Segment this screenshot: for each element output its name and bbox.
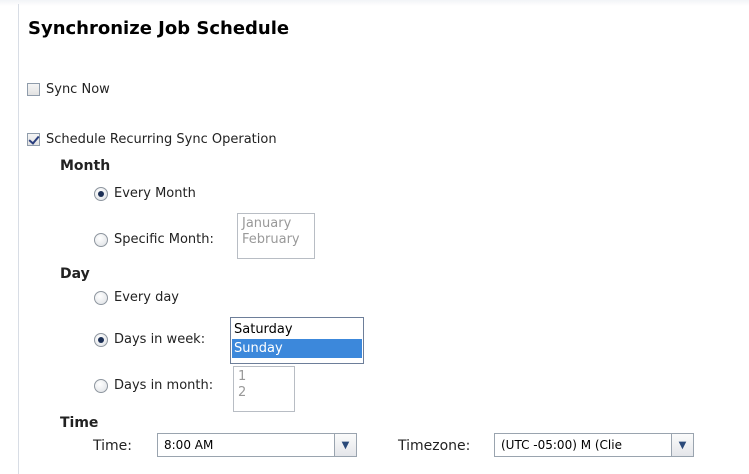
top-divider	[0, 0, 749, 6]
left-rule	[18, 4, 19, 474]
recurring-label: Schedule Recurring Sync Operation	[46, 132, 277, 147]
week-option-saturday[interactable]: Saturday	[232, 321, 362, 339]
month-option[interactable]: January	[240, 216, 312, 232]
days-in-week-row: Days in week:	[94, 332, 205, 347]
every-day-row: Every day	[94, 290, 179, 305]
time-label: Time:	[93, 438, 132, 454]
month-option[interactable]: February	[240, 232, 312, 248]
specific-month-row: Specific Month:	[94, 232, 214, 247]
days-in-month-label: Days in month:	[114, 378, 214, 393]
timezone-select[interactable]: (UTC -05:00) M (Clie ▼	[494, 433, 694, 457]
recurring-checkbox[interactable]	[27, 133, 40, 146]
month-day-option[interactable]: 1	[236, 369, 292, 385]
specific-month-radio[interactable]	[94, 232, 108, 247]
time-heading: Time	[60, 415, 99, 431]
month-heading: Month	[60, 158, 111, 174]
sync-now-checkbox[interactable]	[27, 83, 40, 96]
days-in-month-row: Days in month:	[94, 378, 213, 393]
month-listbox[interactable]: January February	[237, 213, 315, 259]
days-in-month-radio[interactable]	[94, 378, 108, 393]
specific-month-label: Specific Month:	[114, 232, 214, 247]
week-option-sunday[interactable]: Sunday	[232, 339, 362, 358]
every-month-label: Every Month	[114, 186, 196, 201]
days-in-week-listbox[interactable]: Saturday Sunday	[230, 317, 364, 364]
every-month-radio[interactable]	[94, 186, 108, 201]
days-in-month-listbox[interactable]: 1 2	[233, 366, 295, 412]
recurring-row: Schedule Recurring Sync Operation	[27, 132, 277, 147]
time-value: 8:00 AM	[164, 438, 214, 452]
every-day-radio[interactable]	[94, 290, 108, 305]
days-in-week-radio[interactable]	[94, 332, 108, 347]
sync-now-row: Sync Now	[27, 82, 110, 97]
page-title: Synchronize Job Schedule	[28, 18, 290, 39]
days-in-week-label: Days in week:	[114, 332, 206, 347]
every-month-row: Every Month	[94, 186, 196, 201]
day-heading: Day	[60, 266, 90, 282]
chevron-down-icon[interactable]: ▼	[671, 434, 693, 456]
time-select[interactable]: 8:00 AM ▼	[157, 433, 357, 457]
month-day-option[interactable]: 2	[236, 385, 292, 401]
every-day-label: Every day	[114, 290, 179, 305]
sync-now-label: Sync Now	[46, 82, 110, 97]
chevron-down-icon[interactable]: ▼	[334, 434, 356, 456]
timezone-label: Timezone:	[398, 438, 471, 454]
timezone-value: (UTC -05:00) M (Clie	[501, 438, 622, 452]
